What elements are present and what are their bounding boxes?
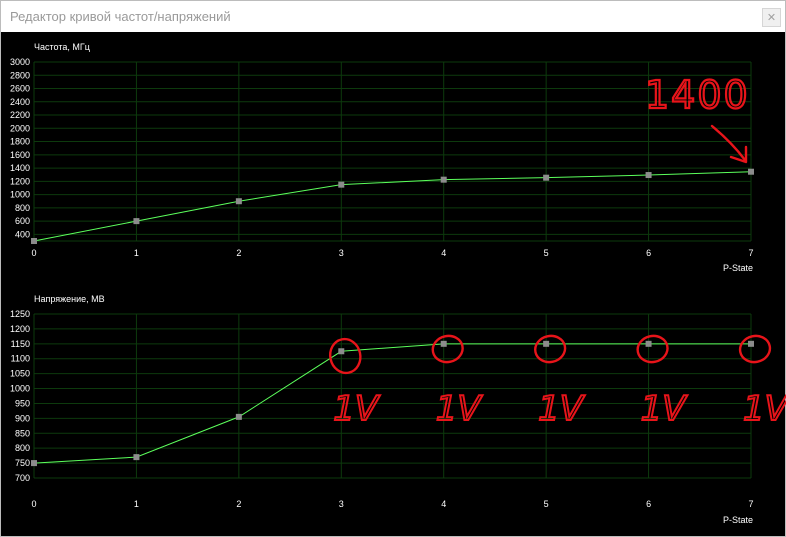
chart-1-xtick-label: 3 <box>339 248 344 258</box>
chart-2-point[interactable] <box>748 340 754 347</box>
chart-2-ytick-label: 1100 <box>11 354 30 364</box>
chart-1-xlabel: P-State <box>723 263 753 273</box>
chart-1-xtick-label: 7 <box>748 248 753 258</box>
chart-1-ytick-label: 1800 <box>10 137 30 147</box>
annotation-circle <box>636 334 669 364</box>
chart-2-xtick-label: 1 <box>134 499 139 509</box>
chart-2-point[interactable] <box>440 340 447 347</box>
chart-2-ytick-label: 900 <box>15 413 30 423</box>
chart-1-xtick-label: 6 <box>646 248 651 258</box>
annotation-circle <box>328 337 362 375</box>
chart-1-point[interactable] <box>235 198 242 205</box>
chart-2-point[interactable] <box>645 340 652 347</box>
charts-canvas: Частота, МГц4006008001000120014001600180… <box>10 42 786 525</box>
chart-1-xtick-label: 4 <box>441 248 446 258</box>
chart-1-title: Частота, МГц <box>34 42 90 52</box>
chart-2-xtick-label: 7 <box>748 499 753 509</box>
annotation-1v-text: 1V <box>743 389 786 429</box>
annotation-1v-text: 1V <box>641 389 689 429</box>
chart-1-ytick-label: 1600 <box>10 150 30 160</box>
chart-2-xtick-label: 3 <box>339 499 344 509</box>
chart-1-ytick-label: 2800 <box>10 70 30 80</box>
annotation-circle <box>534 334 567 364</box>
chart-2-ytick-label: 750 <box>15 458 30 468</box>
chart-1-point[interactable] <box>440 176 447 183</box>
chart-1-point[interactable] <box>133 218 140 225</box>
chart-1-ytick-label: 1400 <box>10 163 30 173</box>
chart-1-point[interactable] <box>338 181 345 188</box>
chart-1-ytick-label: 2600 <box>10 84 30 94</box>
chart-2-ytick-label: 1000 <box>10 384 30 394</box>
chart-2-xtick-label: 0 <box>31 499 36 509</box>
chart-2-ytick-label: 1150 <box>11 339 30 349</box>
chart-2-ytick-label: 800 <box>15 443 30 453</box>
chart-1-point[interactable] <box>31 238 37 244</box>
chart-2-ytick-label: 950 <box>15 398 30 408</box>
annotation-1400-text: 1400 <box>645 73 750 117</box>
chart-2-point[interactable] <box>31 460 37 467</box>
chart-2-ytick-label: 700 <box>15 473 30 483</box>
chart-1-xtick-label: 1 <box>134 248 139 258</box>
annotation-1v-text: 1V <box>436 389 484 429</box>
chart-1-point[interactable] <box>645 172 652 179</box>
chart-2-point[interactable] <box>235 413 242 420</box>
chart-1-ytick-label: 1000 <box>10 190 30 200</box>
chart-1-series-line <box>33 171 752 242</box>
chart-2-xtick-label: 4 <box>441 499 446 509</box>
chart-2-xtick-label: 2 <box>236 499 241 509</box>
chart-1-xtick-label: 0 <box>31 248 36 258</box>
chart-1-point[interactable] <box>543 174 550 181</box>
annotation-circle <box>431 334 464 364</box>
chart-1-xtick-label: 5 <box>544 248 549 258</box>
chart-2-xtick-label: 6 <box>646 499 651 509</box>
chart-2-point[interactable] <box>338 348 345 355</box>
chart-1-ytick-label: 1200 <box>10 176 30 186</box>
chart-1-ytick-label: 3000 <box>10 57 30 67</box>
chart-1-ytick-label: 800 <box>15 203 30 213</box>
chart-2-point[interactable] <box>543 340 550 347</box>
chart-1-xtick-label: 2 <box>236 248 241 258</box>
chart-2-xlabel: P-State <box>723 515 753 525</box>
chart-2-title: Напряжение, МВ <box>34 294 105 304</box>
chart-1-ytick-label: 2400 <box>10 97 30 107</box>
chart-2-ytick-label: 1200 <box>10 324 30 334</box>
chart-1-point[interactable] <box>748 168 754 175</box>
chart-2-ytick-label: 1250 <box>10 309 30 319</box>
chart-2-xtick-label: 5 <box>544 499 549 509</box>
chart-2-ytick-label: 850 <box>15 428 30 438</box>
chart-1-ytick-label: 2200 <box>10 110 30 120</box>
chart-1-ytick-label: 400 <box>15 229 30 239</box>
chart-1-ytick-label: 2000 <box>10 123 30 133</box>
chart-2-ytick-label: 1050 <box>10 369 30 379</box>
annotation-circle <box>738 334 772 364</box>
chart-1-ytick-label: 600 <box>15 216 30 226</box>
annotation-1v-text: 1V <box>538 389 586 429</box>
chart-2-point[interactable] <box>133 454 140 461</box>
annotation-1v-text: 1V <box>333 389 381 429</box>
